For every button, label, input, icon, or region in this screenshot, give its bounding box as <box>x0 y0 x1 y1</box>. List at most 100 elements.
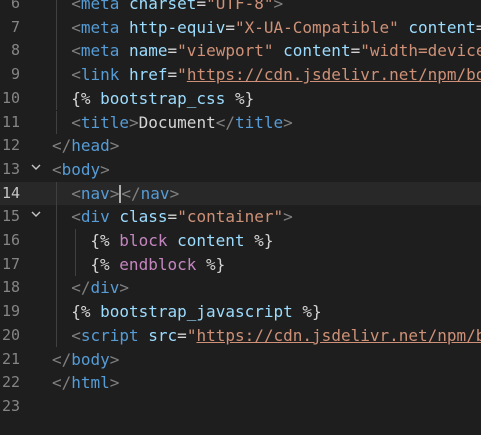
token-attr: content <box>408 17 476 37</box>
code-line[interactable]: 20 <script src="https://cdn.jsdelivr.net/… <box>0 323 481 348</box>
code-text: <body> <box>52 158 110 182</box>
token-tag: script <box>80 325 139 345</box>
token-eq: = <box>167 41 178 61</box>
token-eq: = <box>475 17 481 37</box>
token-br: < <box>71 325 81 345</box>
token-str: "X-UA-Compatible" <box>234 17 399 37</box>
token-attr: http-equiv <box>129 17 226 37</box>
token-tag: div <box>80 207 110 227</box>
code-line[interactable]: 11 <title>Document</title> <box>0 110 481 135</box>
line-number: 7 <box>10 17 20 36</box>
token-br: </ <box>52 349 72 369</box>
indent-guide <box>56 0 57 16</box>
indent-guide <box>75 252 77 277</box>
indent-guide <box>56 110 57 135</box>
token-tag: div <box>90 278 120 298</box>
token-br: < <box>52 159 62 179</box>
line-number: 18 <box>1 278 20 297</box>
code-line[interactable]: 9 <link href="https://cdn.jsdelivr.net/np… <box>0 63 481 87</box>
token-tpl: %} <box>244 231 274 250</box>
code-line[interactable]: 6 <meta charset="UTF-8"> <box>0 0 481 16</box>
token-attr: src <box>148 325 178 345</box>
token-url: https://cdn.jsdelivr.net/npm/b <box>196 325 481 345</box>
token-tpl: %} <box>292 302 322 322</box>
code-editor[interactable]: 6 <meta charset="UTF-8"> 7 <meta http-equiv… <box>0 0 481 435</box>
token-br: > <box>273 0 284 13</box>
code-line[interactable]: 21 </body> <box>0 348 481 372</box>
line-number: 6 <box>10 0 20 12</box>
code-text: <meta charset="UTF-8"> <box>71 0 283 16</box>
code-line[interactable]: 8 <meta name="viewport" content="width=de… <box>0 39 481 64</box>
token-eq: = <box>350 41 361 61</box>
code-text: {% bootstrap_javascript %} <box>71 300 321 324</box>
token-tpl: {% <box>71 88 101 108</box>
code-line[interactable]: 22 </html> <box>0 371 481 395</box>
token-attr: charset <box>129 0 197 13</box>
code-line[interactable]: 18 </div> <box>0 276 481 301</box>
line-number: 14 <box>1 183 20 202</box>
token-br: > <box>109 183 120 203</box>
token-tpl: {% <box>90 254 120 274</box>
code-text: <div class="container"> <box>71 205 293 229</box>
token-br: < <box>71 41 81 61</box>
line-number: 9 <box>10 65 20 84</box>
indent-guide <box>56 252 57 277</box>
token-tplkw: endblock <box>119 254 197 274</box>
line-number: 22 <box>1 373 20 392</box>
token-br: > <box>109 373 120 393</box>
token-br: > <box>109 136 120 156</box>
code-line[interactable]: 14 <nav> </nav> <box>0 181 481 206</box>
code-line[interactable]: 12 </head> <box>0 134 481 158</box>
code-text: </html> <box>52 371 119 395</box>
token-tag: link <box>80 65 120 85</box>
token-br: < <box>71 207 81 227</box>
token-tplkw: block <box>119 231 168 250</box>
line-number: 15 <box>1 207 20 226</box>
indent-guide <box>56 15 57 40</box>
token-tplname: content <box>177 231 245 250</box>
token-br: > <box>283 112 293 132</box>
fold-chevron-down-icon[interactable] <box>28 205 44 229</box>
token-eq: = <box>196 0 207 13</box>
code-line[interactable]: 13 <body> <box>0 158 481 182</box>
token-tag: title <box>80 112 129 132</box>
token-tag: head <box>71 136 110 156</box>
code-text: <meta http-equiv="X-UA-Compatible" conte… <box>71 16 481 40</box>
token-attr: href <box>129 65 168 85</box>
token-tag: body <box>61 159 101 179</box>
token-tag: meta <box>80 41 120 61</box>
token-tag: html <box>71 373 110 393</box>
indent-guide <box>56 276 57 301</box>
code-line[interactable]: 15 <div class="container"> <box>0 205 481 229</box>
indent-guide <box>56 39 57 64</box>
line-number: 8 <box>10 41 20 60</box>
fold-chevron-down-icon[interactable] <box>28 158 44 182</box>
token-str: " <box>186 325 197 345</box>
code-text: </body> <box>52 348 119 372</box>
code-text: {% bootstrap_css %} <box>71 87 254 111</box>
token-str: "UTF-8" <box>206 0 274 13</box>
token-br: < <box>71 0 81 13</box>
indent-guide <box>56 323 57 348</box>
indent-guide <box>56 181 57 206</box>
code-text: <link href="https://cdn.jsdelivr.net/npm… <box>71 63 481 87</box>
code-line[interactable]: 17 {% endblock %} <box>0 252 481 277</box>
line-number: 12 <box>1 136 20 155</box>
token-tag: meta <box>80 17 120 37</box>
code-line[interactable]: 19 {% bootstrap_javascript %} <box>0 300 481 324</box>
token-br: > <box>283 207 293 227</box>
code-line[interactable]: 16 {% block content %} <box>0 229 481 253</box>
code-line[interactable]: 23 <box>0 395 481 419</box>
line-number: 17 <box>1 254 20 273</box>
token-tpl: {% <box>90 231 120 250</box>
code-line[interactable]: 10 {% bootstrap_css %} <box>0 86 481 111</box>
code-line[interactable]: 7 <meta http-equiv="X-UA-Compatible" cont… <box>0 15 481 40</box>
token-tplname: bootstrap_css <box>100 88 226 108</box>
token-attr: name <box>129 41 168 61</box>
indent-guide <box>56 229 57 253</box>
token-br: > <box>109 349 120 369</box>
token-str: "width=device <box>360 41 481 61</box>
